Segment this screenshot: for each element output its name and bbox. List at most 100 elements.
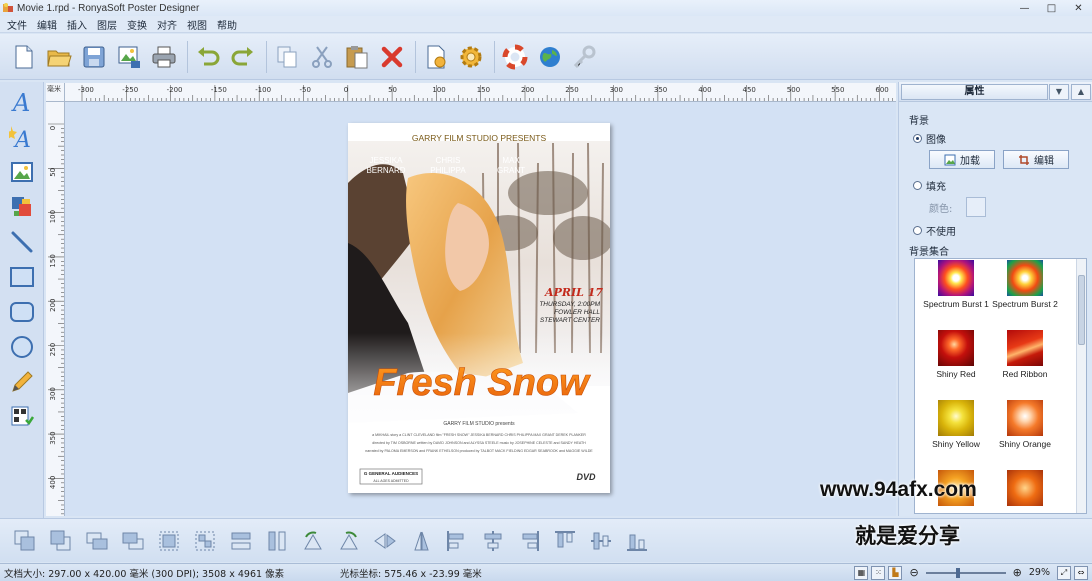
panel-title[interactable]: 属性: [901, 83, 1048, 100]
radio-fill[interactable]: 填充: [913, 178, 1082, 193]
ruler-label: 250: [565, 86, 578, 94]
gallery-item[interactable]: Spectrum Burst 1: [916, 260, 996, 309]
gallery-item[interactable]: Shiny Yellow: [916, 400, 996, 449]
fit-page-button[interactable]: ⤢: [1057, 565, 1071, 580]
rulers-view-button[interactable]: ▙: [888, 565, 903, 580]
ruler-label: -250: [122, 86, 138, 94]
ellipse-tool[interactable]: [7, 332, 37, 362]
menu-help[interactable]: 帮助: [212, 17, 242, 32]
scrollbar-thumb[interactable]: [1078, 275, 1085, 345]
panel-dropdown-button[interactable]: ▼: [1049, 83, 1069, 100]
bring-forward-button[interactable]: [82, 526, 112, 556]
gallery-item-label: Shiny Red: [936, 369, 976, 379]
align-left-button[interactable]: [442, 526, 472, 556]
edit-button[interactable]: 编辑: [1003, 150, 1069, 169]
zoom-in-button[interactable]: ⊕: [1013, 566, 1022, 579]
align-center-button[interactable]: [478, 526, 508, 556]
qr-code-tool[interactable]: [7, 402, 37, 432]
panel-collapse-button[interactable]: ▲: [1071, 83, 1091, 100]
same-height-button[interactable]: [262, 526, 292, 556]
copy-button[interactable]: [271, 41, 303, 73]
align-middle-button[interactable]: [586, 526, 616, 556]
text-tool[interactable]: A: [7, 87, 37, 117]
image-tool[interactable]: [7, 157, 37, 187]
vertical-ruler[interactable]: 0 50 100 150 200 250 300 350 400: [46, 102, 65, 516]
menu-transform[interactable]: 变换: [122, 17, 152, 32]
maximize-button[interactable]: □: [1038, 0, 1065, 16]
poster-date: APRIL 17: [544, 286, 603, 299]
rotate-right-button[interactable]: [334, 526, 364, 556]
save-button[interactable]: [78, 41, 110, 73]
ruler-unit[interactable]: 毫米: [46, 83, 65, 102]
menu-view[interactable]: 视图: [182, 17, 212, 32]
poster-page[interactable]: GARRY FILM STUDIO PRESENTS JESSIKA BERNAR…: [348, 123, 610, 493]
export-image-button[interactable]: [113, 41, 145, 73]
rectangle-tool[interactable]: [7, 262, 37, 292]
ruler-label: 350: [49, 431, 57, 444]
send-back-button[interactable]: [46, 526, 76, 556]
radio-none[interactable]: 不使用: [913, 223, 1082, 238]
open-button[interactable]: [43, 41, 75, 73]
rotate-left-button[interactable]: [298, 526, 328, 556]
clipart-tool[interactable]: [7, 192, 37, 222]
paste-button[interactable]: [341, 41, 373, 73]
page-settings-icon: [427, 45, 446, 68]
undo-button[interactable]: [192, 41, 224, 73]
print-button[interactable]: [148, 41, 180, 73]
design-canvas[interactable]: GARRY FILM STUDIO PRESENTS JESSIKA BERNAR…: [65, 102, 896, 516]
zoom-slider[interactable]: [925, 567, 1006, 578]
gallery-item[interactable]: [985, 470, 1065, 509]
cut-button[interactable]: [306, 41, 338, 73]
close-button[interactable]: ✕: [1065, 0, 1092, 16]
zoom-out-button[interactable]: ⊖: [909, 566, 918, 579]
align-top-button[interactable]: [550, 526, 580, 556]
zoom-level: 29%: [1028, 567, 1050, 578]
same-width-button[interactable]: [226, 526, 256, 556]
gallery-item[interactable]: Spectrum Burst 2: [985, 260, 1065, 309]
ungroup-button[interactable]: [190, 526, 220, 556]
dots-view-button[interactable]: ⁙: [871, 565, 886, 580]
ruler-icon: ▙: [892, 568, 899, 577]
gallery-scrollbar[interactable]: [1076, 259, 1086, 513]
gallery-item[interactable]: Shiny Orange: [985, 400, 1065, 449]
settings-button[interactable]: [455, 41, 487, 73]
redo-button[interactable]: [227, 41, 259, 73]
send-backward-button[interactable]: [118, 526, 148, 556]
group-button[interactable]: [154, 526, 184, 556]
poster-cast-1: JESSIKA BERNARD: [366, 156, 405, 175]
page-settings-button[interactable]: [420, 41, 452, 73]
rounded-rectangle-tool[interactable]: [7, 297, 37, 327]
menu-layer[interactable]: 图层: [92, 17, 122, 32]
minimize-button[interactable]: —: [1011, 0, 1038, 16]
line-tool[interactable]: [7, 227, 37, 257]
ruler-label: 550: [831, 86, 844, 94]
radio-image[interactable]: 图像: [913, 131, 1082, 146]
gallery-item[interactable]: Red Ribbon: [985, 330, 1065, 379]
flip-vertical-button[interactable]: [406, 526, 436, 556]
grid-view-button[interactable]: ▦: [854, 565, 869, 580]
gallery-item[interactable]: Shiny Red: [916, 330, 996, 379]
load-button[interactable]: 加载: [929, 150, 995, 169]
line-icon: [11, 231, 33, 253]
fit-width-button[interactable]: ⇔: [1074, 565, 1088, 580]
bring-front-button[interactable]: [10, 526, 40, 556]
menu-file[interactable]: 文件: [2, 17, 32, 32]
help-button[interactable]: [499, 41, 531, 73]
color-row: 颜色:: [929, 197, 1082, 217]
menu-edit[interactable]: 编辑: [32, 17, 62, 32]
new-button[interactable]: [8, 41, 40, 73]
art-text-tool[interactable]: A: [7, 122, 37, 152]
align-right-icon: [522, 530, 539, 551]
register-key-button[interactable]: [569, 41, 601, 73]
align-right-button[interactable]: [514, 526, 544, 556]
color-swatch[interactable]: [966, 197, 987, 217]
menu-insert[interactable]: 插入: [62, 17, 92, 32]
website-button[interactable]: [534, 41, 566, 73]
menu-align[interactable]: 对齐: [152, 17, 182, 32]
ruler-label: 100: [49, 210, 57, 223]
pencil-tool[interactable]: [7, 367, 37, 397]
delete-button[interactable]: [376, 41, 408, 73]
align-bottom-button[interactable]: [622, 526, 652, 556]
horizontal-ruler[interactable]: -300 -250 -200 -150 -100 -50 0 50 100 150 200 250 30…: [65, 83, 896, 102]
flip-horizontal-button[interactable]: [370, 526, 400, 556]
